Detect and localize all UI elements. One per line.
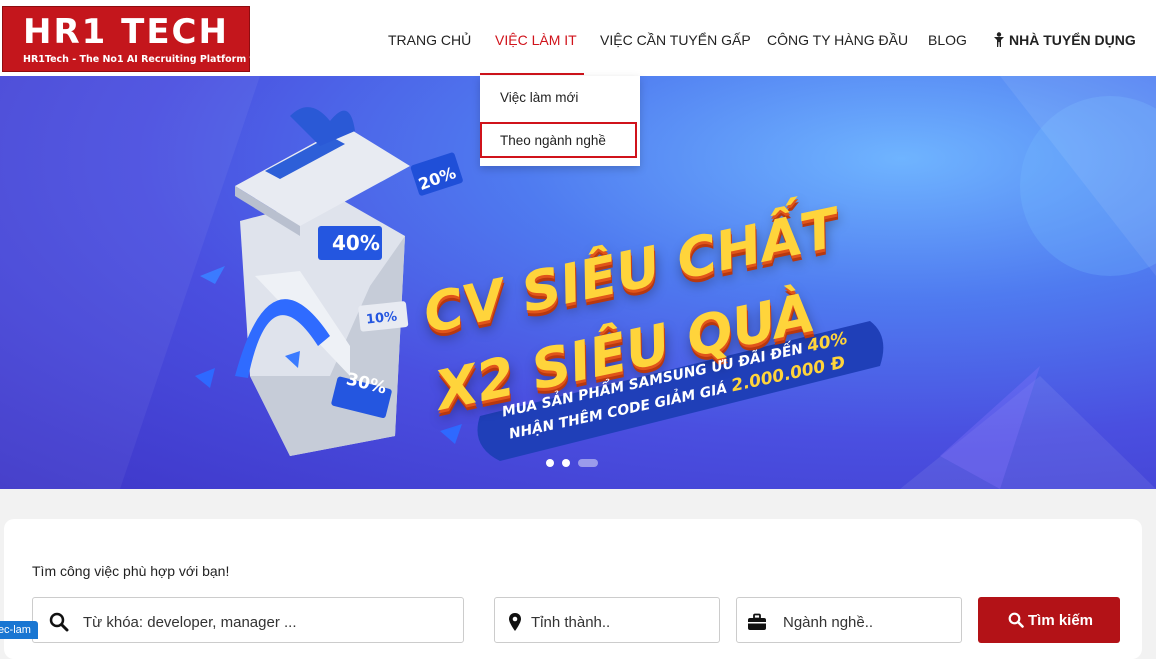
keyword-placeholder: Từ khóa: developer, manager ...	[83, 614, 297, 631]
dropdown-item-new-jobs[interactable]: Việc làm mới	[500, 90, 578, 105]
briefcase-icon	[748, 613, 766, 630]
logo-text: HR1 TECH	[23, 12, 229, 52]
nav-it-jobs[interactable]: VIỆC LÀM IT	[495, 31, 577, 49]
nav-active-indicator	[480, 73, 584, 75]
nav-home[interactable]: TRANG CHỦ	[388, 31, 471, 49]
search-button-label: Tìm kiếm	[1028, 612, 1094, 629]
location-select[interactable]: Tỉnh thành..	[494, 597, 720, 643]
search-prompt: Tìm công việc phù hợp với bạn!	[32, 563, 230, 579]
it-jobs-dropdown: Việc làm mới Theo ngành nghề	[480, 76, 640, 166]
nav-top-companies[interactable]: CÔNG TY HÀNG ĐẦU	[767, 31, 908, 49]
carousel-dot-1[interactable]	[546, 459, 554, 467]
nav-urgent-jobs[interactable]: VIỆC CẦN TUYỂN GẤP	[600, 31, 751, 49]
keyword-input[interactable]: Từ khóa: developer, manager ...	[32, 597, 464, 643]
logo-tagline: HR1Tech - The No1 AI Recruiting Platform…	[23, 54, 279, 65]
search-button-icon	[1008, 612, 1024, 628]
logo[interactable]: HR1 TECH HR1Tech - The No1 AI Recruiting…	[2, 6, 278, 72]
site-header: HR1 TECH HR1Tech - The No1 AI Recruiting…	[0, 0, 1156, 76]
carousel-dot-3[interactable]	[578, 459, 598, 467]
person-icon	[994, 32, 1004, 47]
industry-placeholder: Ngành nghề..	[783, 614, 874, 631]
nav-employer-label: NHÀ TUYỂN DỤNG	[1009, 32, 1136, 48]
nav-blog[interactable]: BLOG	[928, 31, 967, 49]
location-placeholder: Tỉnh thành..	[531, 614, 611, 631]
discount-ticket-40: 40%	[332, 231, 380, 255]
search-icon	[49, 612, 69, 632]
search-button[interactable]: Tìm kiếm	[978, 597, 1120, 643]
nav-employer[interactable]: NHÀ TUYỂN DỤNG	[993, 31, 1136, 49]
industry-select[interactable]: Ngành nghề..	[736, 597, 962, 643]
page-slug-text: viec-lam	[0, 624, 31, 636]
dropdown-item-by-industry[interactable]: Theo ngành nghề	[500, 133, 606, 148]
job-search-panel: Tìm công việc phù hợp với bạn! Từ khóa: …	[4, 519, 1142, 659]
map-marker-icon	[509, 613, 521, 631]
page-slug-tag: viec-lam	[0, 621, 38, 639]
carousel-dot-2[interactable]	[562, 459, 570, 467]
